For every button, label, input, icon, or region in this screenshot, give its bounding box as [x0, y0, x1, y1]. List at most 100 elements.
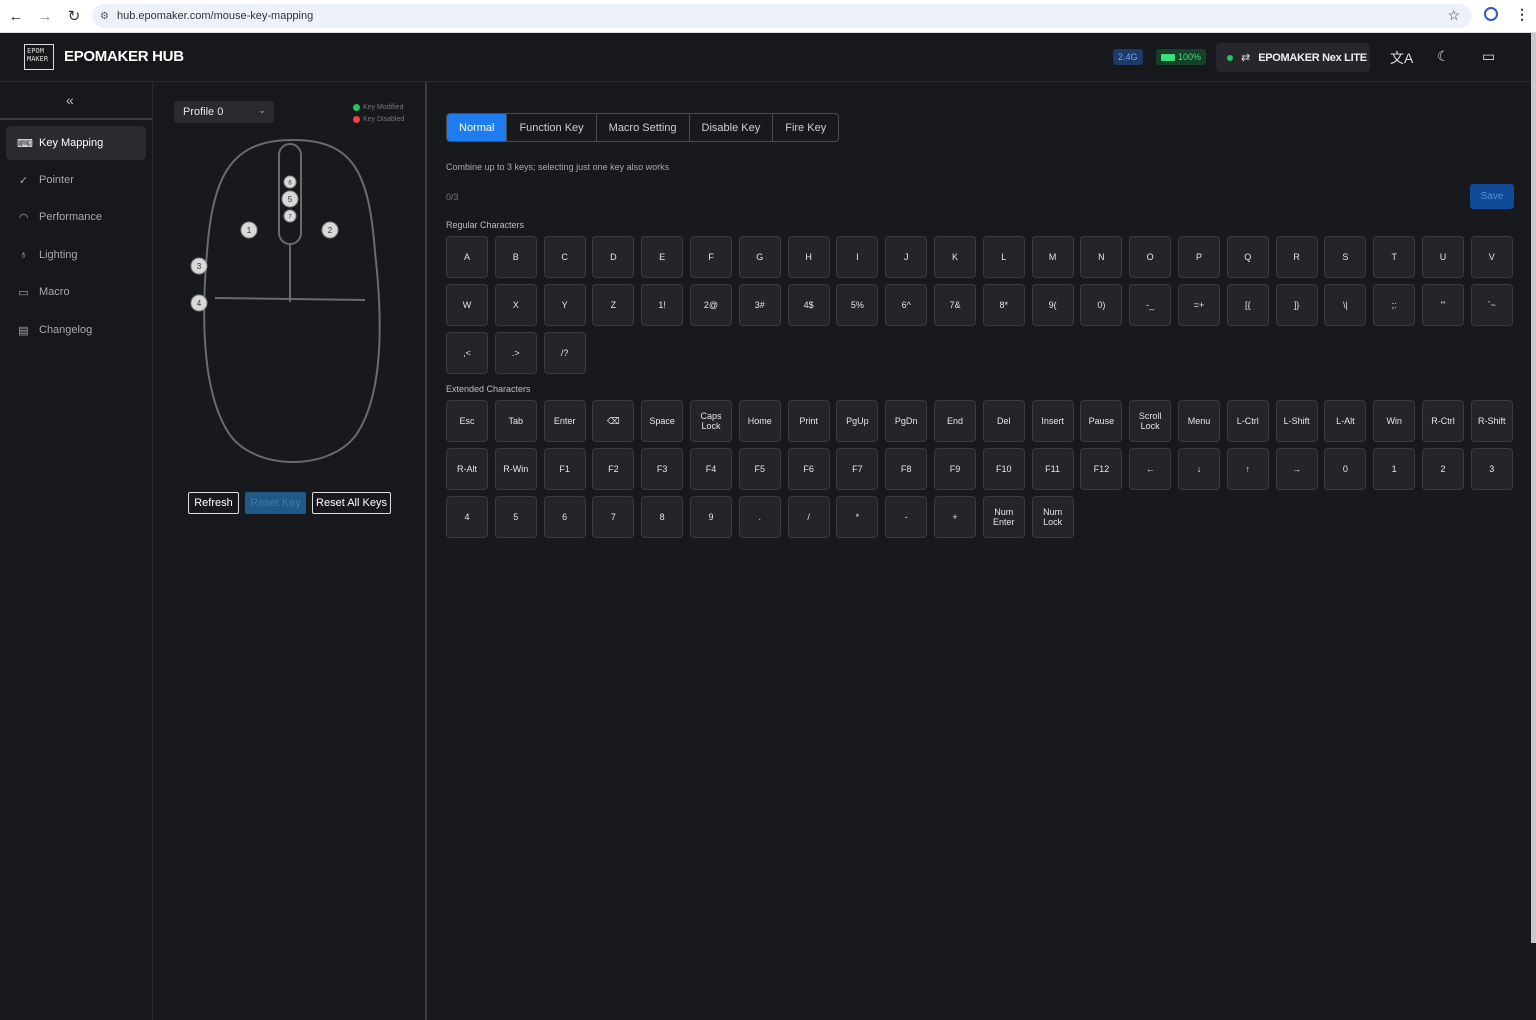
- key-button[interactable]: Home: [738, 400, 781, 442]
- key-button[interactable]: .>: [494, 332, 537, 374]
- key-button[interactable]: F: [690, 236, 732, 278]
- key-button[interactable]: 5: [494, 496, 537, 538]
- key-button[interactable]: U: [1422, 236, 1464, 278]
- tab-macro-setting[interactable]: Macro Setting: [597, 114, 690, 141]
- collapse-sidebar-icon[interactable]: «: [66, 92, 74, 108]
- key-button[interactable]: 5%: [836, 284, 879, 326]
- key-button[interactable]: K: [934, 236, 976, 278]
- key-button[interactable]: Space: [641, 400, 684, 442]
- key-button[interactable]: B: [494, 236, 537, 278]
- key-button[interactable]: X: [494, 284, 537, 326]
- mouse-button-6[interactable]: 6: [283, 175, 297, 189]
- key-button[interactable]: 7&: [934, 284, 976, 326]
- mouse-button-1[interactable]: 1: [240, 221, 258, 239]
- sidebar-item-lighting[interactable]: ♁ Lighting: [6, 238, 146, 272]
- key-button[interactable]: P: [1178, 236, 1220, 278]
- key-button[interactable]: L-Ctrl: [1226, 400, 1269, 442]
- key-button[interactable]: F1: [543, 448, 586, 490]
- save-button[interactable]: Save: [1470, 184, 1514, 209]
- key-button[interactable]: ;:: [1373, 284, 1416, 326]
- feedback-icon[interactable]: ▭: [1482, 48, 1495, 65]
- key-button[interactable]: 3#: [738, 284, 781, 326]
- sidebar-item-performance[interactable]: ◠ Performance: [6, 200, 146, 234]
- key-button[interactable]: H: [787, 236, 830, 278]
- key-button[interactable]: PgDn: [885, 400, 928, 442]
- key-button[interactable]: 3: [1470, 448, 1513, 490]
- sidebar-item-macro[interactable]: ▭ Macro: [6, 275, 146, 309]
- key-button[interactable]: ⌫: [592, 400, 635, 442]
- tab-disable-key[interactable]: Disable Key: [690, 114, 774, 141]
- key-button[interactable]: F2: [592, 448, 635, 490]
- mouse-button-7[interactable]: 7: [283, 209, 297, 223]
- sidebar-item-pointer[interactable]: ✓ Pointer: [6, 163, 146, 197]
- key-button[interactable]: 4: [446, 496, 488, 538]
- sidebar-item-changelog[interactable]: ▤ Changelog: [6, 313, 146, 347]
- key-button[interactable]: 2: [1422, 448, 1464, 490]
- address-bar[interactable]: ⚙ hub.epomaker.com/mouse-key-mapping ☆: [92, 4, 1472, 28]
- key-button[interactable]: M: [1031, 236, 1074, 278]
- key-button[interactable]: Del: [982, 400, 1025, 442]
- key-button[interactable]: F3: [641, 448, 684, 490]
- key-button[interactable]: 9(: [1031, 284, 1074, 326]
- key-button[interactable]: A: [446, 236, 488, 278]
- key-button[interactable]: Insert: [1031, 400, 1074, 442]
- tab-function-key[interactable]: Function Key: [507, 114, 597, 141]
- key-button[interactable]: \|: [1324, 284, 1367, 326]
- key-button[interactable]: F6: [787, 448, 830, 490]
- key-button[interactable]: F9: [934, 448, 976, 490]
- key-button[interactable]: Caps Lock: [690, 400, 732, 442]
- forward-arrow-icon[interactable]: →: [32, 3, 58, 29]
- key-button[interactable]: L-Alt: [1324, 400, 1367, 442]
- site-settings-icon[interactable]: ⚙: [100, 11, 109, 22]
- browser-profile-icon[interactable]: [1484, 7, 1498, 21]
- key-button[interactable]: S: [1324, 236, 1367, 278]
- mouse-button-5[interactable]: 5: [281, 190, 299, 208]
- key-button[interactable]: F11: [1031, 448, 1074, 490]
- key-button[interactable]: O: [1129, 236, 1172, 278]
- bookmark-star-icon[interactable]: ☆: [1447, 7, 1460, 24]
- language-icon[interactable]: 文A: [1390, 48, 1413, 68]
- key-button[interactable]: T: [1373, 236, 1416, 278]
- reload-icon[interactable]: ↻: [61, 3, 87, 29]
- browser-menu-icon[interactable]: ⋮: [1515, 6, 1529, 23]
- key-button[interactable]: J: [885, 236, 928, 278]
- key-button[interactable]: `~: [1470, 284, 1513, 326]
- key-button[interactable]: F12: [1080, 448, 1123, 490]
- key-button[interactable]: -: [885, 496, 928, 538]
- key-button[interactable]: [{: [1226, 284, 1269, 326]
- device-selector[interactable]: ⇄ EPOMAKER Nex LITE: [1216, 43, 1370, 72]
- key-button[interactable]: Print: [787, 400, 830, 442]
- key-button[interactable]: L: [982, 236, 1025, 278]
- key-button[interactable]: -_: [1129, 284, 1172, 326]
- key-button[interactable]: D: [592, 236, 635, 278]
- key-button[interactable]: Y: [543, 284, 586, 326]
- key-button[interactable]: Z: [592, 284, 635, 326]
- key-button[interactable]: 6: [543, 496, 586, 538]
- key-button[interactable]: 7: [592, 496, 635, 538]
- key-button[interactable]: Win: [1373, 400, 1416, 442]
- key-button[interactable]: R-Win: [494, 448, 537, 490]
- key-button[interactable]: R-Ctrl: [1422, 400, 1464, 442]
- key-button[interactable]: /?: [543, 332, 586, 374]
- sidebar-item-key-mapping[interactable]: ⌨ Key Mapping: [6, 126, 146, 160]
- refresh-button[interactable]: Refresh: [188, 492, 239, 514]
- key-button[interactable]: /: [787, 496, 830, 538]
- key-button[interactable]: Q: [1226, 236, 1269, 278]
- key-button[interactable]: R-Alt: [446, 448, 488, 490]
- profile-select[interactable]: Profile 0 ⌄: [174, 101, 274, 123]
- key-button[interactable]: Esc: [446, 400, 488, 442]
- reset-key-button[interactable]: Reset Key: [245, 492, 306, 514]
- mouse-button-3[interactable]: 3: [190, 257, 208, 275]
- key-button[interactable]: R-Shift: [1470, 400, 1513, 442]
- key-button[interactable]: End: [934, 400, 976, 442]
- tab-normal[interactable]: Normal: [447, 114, 508, 141]
- reset-all-keys-button[interactable]: Reset All Keys: [312, 492, 391, 514]
- tab-fire-key[interactable]: Fire Key: [773, 114, 838, 141]
- key-button[interactable]: Tab: [494, 400, 537, 442]
- key-button[interactable]: 0: [1324, 448, 1367, 490]
- key-button[interactable]: '": [1422, 284, 1464, 326]
- key-button[interactable]: 2@: [690, 284, 732, 326]
- key-button[interactable]: I: [836, 236, 879, 278]
- key-button[interactable]: 1: [1373, 448, 1416, 490]
- key-button[interactable]: PgUp: [836, 400, 879, 442]
